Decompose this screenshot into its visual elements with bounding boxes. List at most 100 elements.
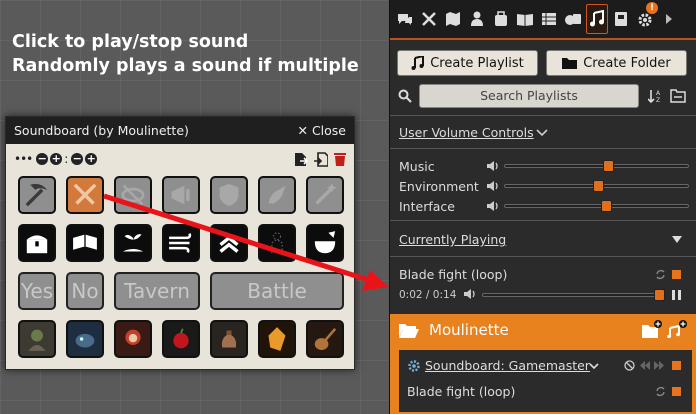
stop-track-icon[interactable] bbox=[672, 387, 681, 396]
no-entry-icon[interactable] bbox=[624, 360, 635, 371]
close-button[interactable]: ✕ Close bbox=[297, 123, 346, 138]
minus-rows-icon[interactable]: − bbox=[71, 153, 84, 165]
sound-cell-creature[interactable] bbox=[66, 320, 104, 358]
journal-icon bbox=[517, 14, 533, 26]
previous-track-icon[interactable] bbox=[640, 361, 650, 370]
tab-chat[interactable] bbox=[394, 4, 416, 34]
progress-track[interactable] bbox=[482, 293, 664, 297]
plus-columns-icon[interactable]: + bbox=[50, 153, 63, 165]
playlist-header[interactable]: Soundboard: Gamemaster bbox=[407, 358, 590, 373]
import-icon[interactable] bbox=[314, 151, 328, 167]
playlists-icon bbox=[590, 10, 604, 27]
repeat-icon[interactable] bbox=[655, 269, 666, 280]
sound-cell-cauldron[interactable] bbox=[306, 224, 344, 262]
repeat-icon[interactable] bbox=[655, 386, 666, 397]
sound-cell-wind[interactable] bbox=[162, 224, 200, 262]
tab-actors[interactable] bbox=[466, 4, 488, 34]
volume-slider-handle[interactable] bbox=[600, 200, 612, 212]
next-track-icon[interactable] bbox=[654, 361, 664, 370]
sound-cell-goblin[interactable] bbox=[18, 320, 56, 358]
volume-label-interface: Interface bbox=[399, 198, 455, 214]
soundboard-toolbar: ••• − + : − + bbox=[6, 144, 354, 174]
currently-playing-toggle[interactable]: Currently Playing bbox=[399, 232, 506, 247]
folder-moulinette: Moulinette Soundboard: Gamemaster Blade … bbox=[390, 314, 696, 414]
stop-playlist-icon[interactable] bbox=[672, 361, 681, 370]
soundboard-header[interactable]: Soundboard (by Moulinette) ✕ Close bbox=[6, 117, 354, 144]
sound-cell-treasure[interactable] bbox=[18, 224, 56, 262]
tab-combat[interactable] bbox=[418, 4, 440, 34]
tab-playlists[interactable] bbox=[586, 4, 608, 34]
volume-icon[interactable] bbox=[487, 200, 501, 212]
tab-compendium[interactable] bbox=[610, 4, 632, 34]
sound-cell-dragon[interactable] bbox=[258, 176, 296, 214]
collapse-all-icon[interactable] bbox=[670, 88, 686, 104]
apple-icon bbox=[173, 328, 189, 349]
caret-down-icon[interactable] bbox=[672, 236, 682, 243]
volume-slider-handle[interactable] bbox=[593, 180, 605, 192]
sound-cell-chevrons[interactable] bbox=[210, 224, 248, 262]
create-subfolder-icon[interactable] bbox=[642, 320, 662, 338]
close-label: Close bbox=[311, 123, 346, 138]
volume-slider-interface[interactable] bbox=[504, 204, 689, 208]
export-icon[interactable] bbox=[294, 152, 308, 167]
folder-icon bbox=[562, 58, 578, 69]
sound-cell-gem[interactable] bbox=[258, 320, 296, 358]
sound-cell-hidden[interactable] bbox=[114, 176, 152, 214]
stop-icon[interactable] bbox=[672, 270, 681, 279]
pickaxe-icon bbox=[25, 183, 48, 207]
soundboard-window: Soundboard (by Moulinette) ✕ Close ••• −… bbox=[5, 116, 355, 370]
volume-icon[interactable] bbox=[487, 160, 501, 172]
sound-cell-apple[interactable] bbox=[162, 320, 200, 358]
magic-wand-icon bbox=[315, 183, 337, 205]
playlist-track-title: Blade fight (loop) bbox=[407, 384, 516, 399]
tab-scenes[interactable] bbox=[442, 4, 464, 34]
sound-button-no[interactable]: No bbox=[66, 272, 104, 310]
pouch-icon bbox=[221, 330, 237, 348]
tab-collapse[interactable] bbox=[658, 4, 680, 34]
scenes-icon bbox=[446, 12, 460, 26]
gem-icon bbox=[268, 327, 286, 351]
tab-tables[interactable] bbox=[538, 4, 560, 34]
collapse-icon bbox=[666, 14, 672, 24]
create-folder-button[interactable]: Create Folder bbox=[546, 50, 687, 76]
soundboard-title: Soundboard (by Moulinette) bbox=[14, 123, 189, 138]
pause-icon[interactable] bbox=[672, 290, 681, 300]
chevron-down-icon[interactable] bbox=[536, 128, 548, 138]
more-icon[interactable]: ••• bbox=[14, 152, 33, 166]
tab-journal[interactable] bbox=[514, 4, 536, 34]
caption-line-2: Randomly plays a sound if multiple bbox=[12, 56, 359, 76]
sound-cell-shield[interactable] bbox=[210, 176, 248, 214]
search-playlists-input[interactable]: Search Playlists bbox=[419, 84, 639, 108]
volume-icon[interactable] bbox=[464, 288, 478, 300]
progress-handle[interactable] bbox=[653, 289, 665, 301]
sound-cell-woman[interactable] bbox=[114, 320, 152, 358]
tab-items[interactable] bbox=[490, 4, 512, 34]
sound-cell-sprout[interactable] bbox=[114, 224, 152, 262]
sort-icon[interactable]: AZ bbox=[648, 88, 664, 104]
volume-controls-toggle[interactable]: User Volume Controls bbox=[399, 125, 534, 140]
sound-button-yes[interactable]: Yes bbox=[18, 272, 56, 310]
trash-icon[interactable] bbox=[334, 152, 346, 166]
create-playlist-in-folder-icon[interactable] bbox=[667, 320, 687, 338]
sound-button-tavern[interactable]: Tavern bbox=[114, 272, 200, 310]
tab-settings[interactable]: ! bbox=[634, 2, 658, 34]
instruction-caption: Click to play/stop sound Randomly plays … bbox=[12, 30, 359, 78]
volume-icon[interactable] bbox=[487, 180, 501, 192]
create-playlist-button[interactable]: Create Playlist bbox=[397, 50, 538, 76]
sound-cell-book[interactable] bbox=[66, 224, 104, 262]
chevron-down-icon[interactable] bbox=[589, 363, 599, 370]
sound-cell-ghost[interactable] bbox=[258, 224, 296, 262]
sound-cell-crossed-swords[interactable] bbox=[66, 176, 104, 214]
sound-cell-pickaxe[interactable] bbox=[18, 176, 56, 214]
tab-cards[interactable] bbox=[562, 4, 584, 34]
sound-button-battle[interactable]: Battle bbox=[210, 272, 344, 310]
plus-rows-icon[interactable]: + bbox=[85, 153, 98, 165]
volume-slider-music[interactable] bbox=[504, 164, 689, 168]
minus-columns-icon[interactable]: − bbox=[36, 153, 49, 165]
cards-icon bbox=[565, 14, 581, 25]
sound-cell-horn[interactable] bbox=[162, 176, 200, 214]
sound-cell-lute[interactable] bbox=[306, 320, 344, 358]
sound-cell-magic-wand[interactable] bbox=[306, 176, 344, 214]
sound-cell-dice-bag[interactable] bbox=[210, 320, 248, 358]
volume-slider-handle[interactable] bbox=[602, 160, 614, 172]
